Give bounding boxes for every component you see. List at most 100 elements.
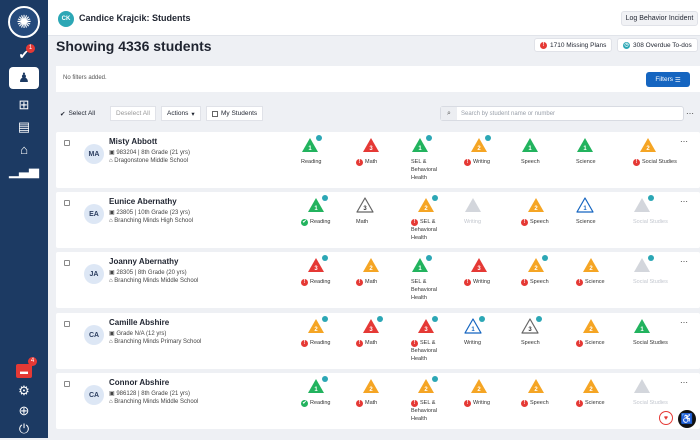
subject-status[interactable]: 2! Writing — [464, 378, 514, 407]
notification-dot — [426, 255, 432, 261]
deselect-all-button[interactable]: Deselect All — [110, 106, 156, 121]
accessibility-icon[interactable]: ♿ — [678, 410, 696, 428]
reports-nav-icon[interactable]: ▤ — [12, 116, 36, 138]
filter-status-text: No filters added. — [63, 75, 107, 81]
student-row[interactable]: JA Joanny Abernathy ▣ 28305 | 8th Grade (2… — [56, 252, 700, 308]
subject-label: Social Studies — [633, 279, 668, 285]
subject-label: ! SEL & Behavioral Health — [411, 339, 437, 362]
row-checkbox[interactable] — [64, 200, 70, 206]
power-logout-icon[interactable]: ⏻ — [12, 418, 36, 440]
select-all-button[interactable]: ✔ Select All — [60, 106, 95, 121]
row-checkbox[interactable] — [64, 381, 70, 387]
subject-status[interactable]: 3 Speech — [521, 316, 571, 346]
student-name[interactable]: Camille Abshire — [109, 318, 169, 327]
tier-triangle-icon: 3 — [471, 258, 487, 272]
subject-label: Social Studies — [633, 340, 668, 346]
subject-status[interactable]: 2 ! Math — [356, 378, 406, 407]
checkbox-icon — [212, 110, 218, 117]
subject-status[interactable]: 2 ! Math — [356, 257, 406, 286]
subject-status[interactable]: 1 Reading — [301, 135, 351, 165]
row-more-icon[interactable]: ⋯ — [680, 137, 688, 146]
row-more-icon[interactable]: ⋯ — [680, 197, 688, 206]
student-row[interactable]: CA Connor Abshire ▣ 986128 | 8th Grade (21… — [56, 373, 700, 429]
row-checkbox[interactable] — [64, 140, 70, 146]
subject-status[interactable]: 2 ! Science — [576, 378, 626, 407]
subject-status[interactable]: Social Studies — [633, 195, 683, 225]
subject-status[interactable]: 1 SEL & Behavioral Health — [411, 255, 461, 301]
log-behavior-incident-button[interactable]: Log Behavior Incident — [621, 11, 698, 26]
my-students-checkbox[interactable]: My Students — [206, 106, 264, 121]
notification-dot — [648, 195, 654, 201]
students-nav-icon[interactable]: ♟ — [0, 66, 48, 90]
subject-status[interactable]: 2 ! Science — [576, 257, 626, 286]
subject-label: ! Science — [576, 399, 622, 407]
subject-status[interactable]: 2 ! Social Studies — [633, 137, 683, 166]
filters-button[interactable]: Filters ☰ — [646, 72, 690, 87]
student-row[interactable]: CA Camille Abshire ▣ Grade N/A (12 yrs) ⌂ B… — [56, 313, 700, 369]
row-more-icon[interactable]: ⋯ — [680, 318, 688, 327]
heart-feedback-icon[interactable]: ♥ — [659, 411, 673, 425]
subject-status[interactable]: 2! Reading — [301, 316, 351, 347]
analytics-nav-icon[interactable]: ▁▃▅ — [9, 160, 39, 182]
subject-status[interactable]: 1 SEL & Behavioral Health — [411, 135, 461, 181]
subject-status[interactable]: 1 Science — [576, 137, 626, 165]
alert-icon: ! — [576, 339, 583, 347]
subject-label: Math — [356, 219, 369, 225]
subject-status[interactable]: 3! Math — [356, 316, 406, 347]
subject-status[interactable]: 2! SEL & Behavioral Health — [411, 195, 461, 241]
subject-status[interactable]: 2! Writing — [464, 135, 514, 166]
more-options-icon[interactable]: ⋯ — [686, 109, 694, 118]
subject-status[interactable]: 1 Social Studies — [633, 318, 683, 346]
groups-nav-icon[interactable]: ⊞ — [12, 94, 36, 116]
row-checkbox[interactable] — [64, 321, 70, 327]
subject-status[interactable]: 3! SEL & Behavioral Health — [411, 316, 461, 362]
subject-status[interactable]: Writing — [464, 197, 514, 225]
subject-status[interactable]: 3! Math — [356, 137, 406, 166]
subject-status[interactable]: 2! Speech — [521, 255, 571, 286]
subject-status[interactable]: 1 ✔ Reading — [301, 195, 351, 226]
user-avatar[interactable]: CK — [58, 11, 74, 27]
subject-status[interactable]: 1 Speech — [521, 137, 571, 165]
search-input[interactable]: Search by student name or number — [461, 111, 555, 117]
student-name[interactable]: Joanny Abernathy — [109, 257, 179, 266]
subject-status[interactable]: 2 ! Science — [576, 318, 626, 347]
subject-status[interactable]: 2! SEL & Behavioral Health — [411, 376, 461, 422]
student-name[interactable]: Connor Abshire — [109, 378, 169, 387]
student-row[interactable]: MA Misty Abbott ▣ 983204 | 8th Grade (21 y… — [56, 132, 700, 188]
settings-gear-icon[interactable]: ⚙ — [12, 380, 36, 402]
student-id: ▣ 983204 | 8th Grade (21 yrs) — [109, 150, 190, 156]
student-school: ⌂ Dragonstone Middle School — [109, 158, 189, 164]
tier-triangle-icon: 2 — [583, 258, 599, 272]
filter-bar: No filters added. Filters ☰ — [56, 66, 700, 92]
subject-status[interactable]: 1 Writing — [464, 316, 514, 346]
subject-status[interactable]: 2! Speech — [521, 197, 571, 226]
tier-triangle-icon: 2 — [640, 138, 656, 152]
row-more-icon[interactable]: ⋯ — [680, 257, 688, 266]
subject-label: ! Reading — [301, 278, 347, 286]
student-name[interactable]: Eunice Abernathy — [109, 197, 177, 206]
overdue-todos-badge[interactable]: ◷ 308 Overdue To-dos — [617, 38, 698, 52]
chat-icon[interactable]: ▬ 4 — [12, 357, 37, 382]
tier-triangle-icon: 2 — [528, 379, 544, 393]
subject-label: ! Science — [576, 339, 622, 347]
subject-status[interactable]: Social Studies — [633, 255, 683, 285]
student-name[interactable]: Misty Abbott — [109, 137, 157, 146]
app-logo-icon[interactable]: ✺ — [8, 6, 40, 38]
school-nav-icon[interactable]: ⌂ — [12, 138, 36, 160]
missing-plans-badge[interactable]: ! 1710 Missing Plans — [534, 38, 613, 52]
subject-status[interactable]: Social Studies — [633, 378, 683, 406]
student-search[interactable]: ⌕ Search by student name or number — [440, 106, 684, 121]
alert-icon: ! — [521, 399, 528, 407]
subject-status[interactable]: 3! Reading — [301, 255, 351, 286]
subject-status[interactable]: 3 ! Writing — [464, 257, 514, 286]
row-checkbox[interactable] — [64, 260, 70, 266]
subject-status[interactable]: 3 Math — [356, 197, 406, 225]
row-more-icon[interactable]: ⋯ — [680, 378, 688, 387]
student-row[interactable]: EA Eunice Abernathy ▣ 23805 | 10th Grade (… — [56, 192, 700, 248]
subject-status[interactable]: 2! Speech — [521, 378, 571, 407]
student-avatar: CA — [84, 325, 104, 345]
actions-dropdown[interactable]: Actions ▾ — [161, 106, 201, 121]
subject-status[interactable]: 1 ✔ Reading — [301, 376, 351, 407]
subject-status[interactable]: 1 Science — [576, 197, 626, 225]
tasks-icon[interactable]: ✔ 1 — [12, 44, 36, 66]
